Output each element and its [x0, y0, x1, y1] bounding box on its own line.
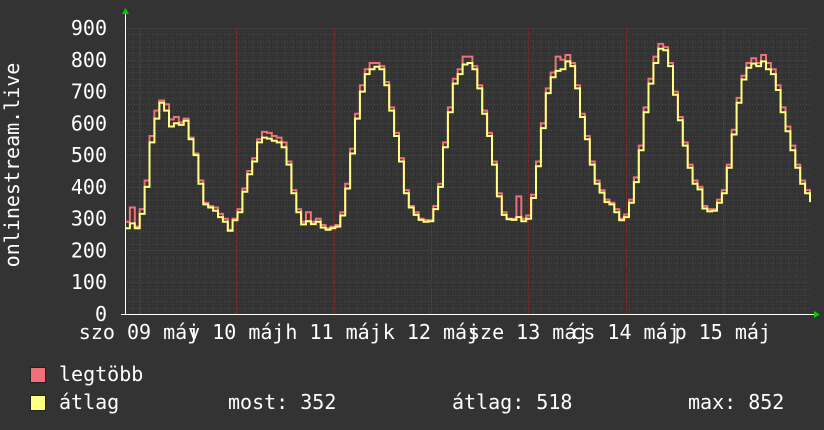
stat-max-label: max: [688, 390, 737, 414]
x-tick-label: v 10 máj [188, 320, 284, 344]
y-tick-label: 900 [71, 16, 107, 40]
stat-current: most: 352 [228, 390, 336, 414]
legend-label-max: legtöbb [59, 362, 144, 386]
x-tick-label: k 12 máj [383, 320, 479, 344]
y-tick-label: 300 [71, 207, 107, 231]
y-tick-label: 800 [71, 48, 107, 72]
stat-current-value: 352 [300, 390, 337, 414]
stat-max: max: 852 [688, 390, 784, 414]
stat-average-label: átlag: [452, 390, 525, 414]
y-tick-label: 100 [71, 270, 107, 294]
legend-row-avg: átlag most: 352 átlag: 518 max: 852 [30, 390, 820, 414]
stat-average-value: 518 [536, 390, 573, 414]
y-tick-label: 700 [71, 80, 107, 104]
stat-average: átlag: 518 [452, 390, 572, 414]
y-tick-label: 200 [71, 238, 107, 262]
legend-swatch-max [30, 367, 46, 383]
x-tick-label: szo 09 máj [79, 320, 199, 344]
x-tick-label: cs 14 máj [571, 320, 679, 344]
y-tick-label: 600 [71, 111, 107, 135]
legend-label-avg: átlag [59, 390, 120, 414]
y-tick-label: 400 [71, 175, 107, 199]
x-tick-label: p 15 máj [675, 320, 771, 344]
legend-swatch-avg [30, 395, 46, 411]
y-axis-label: onlinestream.live [0, 63, 24, 268]
stat-current-label: most: [228, 390, 289, 414]
x-tick-label: h 11 máj [285, 320, 381, 344]
y-tick-label: 500 [71, 143, 107, 167]
x-tick-labels: szo 09 májv 10 máj h 11 máj k 12 májsze 13… [79, 320, 771, 344]
stat-max-value: 852 [748, 390, 785, 414]
